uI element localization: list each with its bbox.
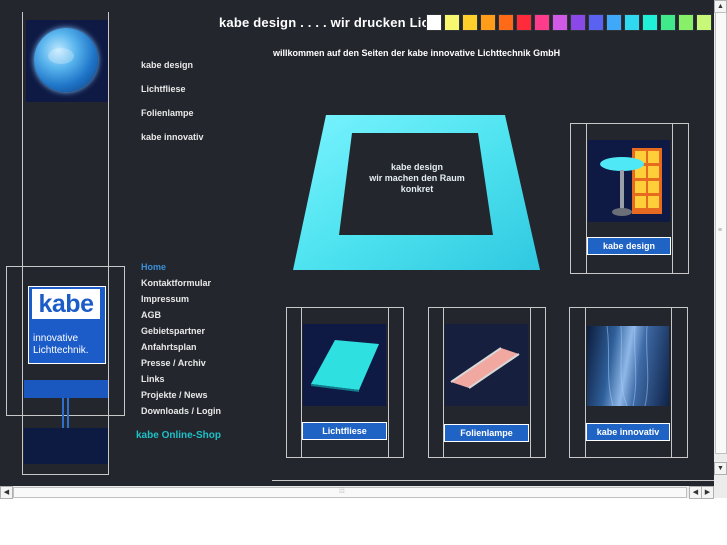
logo-bar (24, 380, 108, 398)
frame-line (6, 266, 7, 416)
frame-line (687, 307, 688, 457)
horizontal-scrollbar[interactable]: ◀ ⁞⁞⁞ ◀ ▶ (0, 486, 714, 499)
color-swatch (480, 14, 496, 31)
color-swatch (426, 14, 442, 31)
nav-impressum[interactable]: Impressum (141, 294, 189, 304)
frame-line (388, 307, 389, 457)
frame-line (6, 266, 125, 267)
nav-top-lichtfliese[interactable]: Lichtfliese (141, 84, 186, 94)
color-swatch (498, 14, 514, 31)
scroll-down-icon[interactable]: ▼ (714, 462, 727, 475)
frame-line (6, 415, 125, 416)
decorative-panel (24, 428, 108, 464)
frame-line (286, 307, 404, 308)
grip-icon: ⁞⁞⁞ (339, 488, 345, 495)
nav-presse-archiv[interactable]: Presse / Archiv (141, 358, 206, 368)
footer-divider (272, 480, 714, 481)
frame-line (688, 123, 689, 273)
center-caption-line2: wir machen den Raum (369, 173, 465, 183)
nav-gebietspartner[interactable]: Gebietspartner (141, 326, 205, 336)
nav-top-kabe-design[interactable]: kabe design (141, 60, 193, 70)
frame-line (545, 307, 546, 457)
frame-line (569, 457, 688, 458)
color-swatch (696, 14, 712, 31)
nav-downloads-login[interactable]: Downloads / Login (141, 406, 221, 416)
card-button-folienlampe[interactable]: Folienlampe (444, 424, 529, 442)
color-swatch (606, 14, 622, 31)
nav-kontaktformular[interactable]: Kontaktformular (141, 278, 211, 288)
color-swatch (444, 14, 460, 31)
kabe-logo[interactable]: kabe innovative Lichttechnik. (28, 286, 106, 364)
frame-line (428, 457, 546, 458)
color-swatch (462, 14, 478, 31)
frame-line (530, 307, 531, 457)
frame-line (108, 12, 109, 475)
color-swatch (570, 14, 586, 31)
frame-line (569, 307, 570, 457)
logo-word: kabe (32, 289, 100, 319)
globe-frame (26, 20, 108, 102)
color-swatch (642, 14, 658, 31)
center-caption-line1: kabe design (390, 162, 444, 172)
card-button-lichtfliese[interactable]: Lichtfliese (302, 422, 387, 440)
color-swatch-strip (426, 14, 714, 31)
nav-links[interactable]: Links (141, 374, 165, 384)
color-swatch (660, 14, 676, 31)
logo-subtitle-line2: Lichttechnik. (33, 345, 89, 356)
frame-line (286, 457, 404, 458)
center-caption: kabe design wir machen den Raum konkret (352, 162, 482, 195)
frame-line (671, 307, 672, 457)
frame-line (22, 12, 23, 475)
grip-icon: ≡ (718, 227, 723, 234)
kabe-innovativ-image[interactable] (587, 326, 669, 406)
vertical-scrollbar[interactable]: ▲ ≡ ▼ (714, 0, 727, 486)
folienlampe-image[interactable] (445, 324, 528, 406)
vertical-scroll-thumb[interactable]: ≡ (715, 12, 727, 454)
frame-line (570, 123, 571, 273)
frame-line (124, 266, 125, 416)
center-caption-line3: konkret (400, 184, 434, 194)
nav-agb[interactable]: AGB (141, 310, 161, 320)
scroll-right-icon[interactable]: ▶ (701, 486, 714, 499)
scrollbar-corner (714, 486, 727, 498)
nav-projekte-news[interactable]: Projekte / News (141, 390, 208, 400)
nav-home[interactable]: Home (141, 262, 166, 272)
nav-top-folienlampe[interactable]: Folienlampe (141, 108, 194, 118)
color-swatch (534, 14, 550, 31)
online-shop-link[interactable]: kabe Online-Shop (136, 430, 221, 441)
nav-anfahrtsplan[interactable]: Anfahrtsplan (141, 342, 197, 352)
site-title: kabe design . . . . wir drucken Licht (219, 15, 442, 30)
frame-line (22, 474, 109, 475)
lichtfliese-image[interactable] (303, 324, 386, 406)
globe-icon (34, 28, 98, 92)
frame-line (672, 123, 673, 273)
frame-line (403, 307, 404, 457)
logo-subtitle-line1: innovative (33, 333, 79, 344)
frame-line (570, 273, 689, 274)
card-button-kabe-innovativ[interactable]: kabe innovativ (586, 423, 670, 441)
scroll-left-icon[interactable]: ◀ (0, 486, 13, 499)
frame-line (286, 307, 287, 457)
color-swatch (678, 14, 694, 31)
color-swatch (624, 14, 640, 31)
card-button-kabe-design[interactable]: kabe design (587, 237, 671, 255)
nav-top-kabe-innovativ[interactable]: kabe innovativ (141, 132, 204, 142)
welcome-text: willkommen auf den Seiten der kabe innov… (273, 48, 561, 58)
color-swatch (552, 14, 568, 31)
color-swatch (516, 14, 532, 31)
kabe-design-image[interactable] (588, 140, 670, 222)
page-viewport: kabe design . . . . wir drucken Licht wi… (0, 0, 714, 486)
color-swatch (588, 14, 604, 31)
horizontal-scroll-thumb[interactable]: ⁞⁞⁞ (13, 487, 687, 498)
frame-line (428, 307, 429, 457)
frame-line (428, 307, 546, 308)
